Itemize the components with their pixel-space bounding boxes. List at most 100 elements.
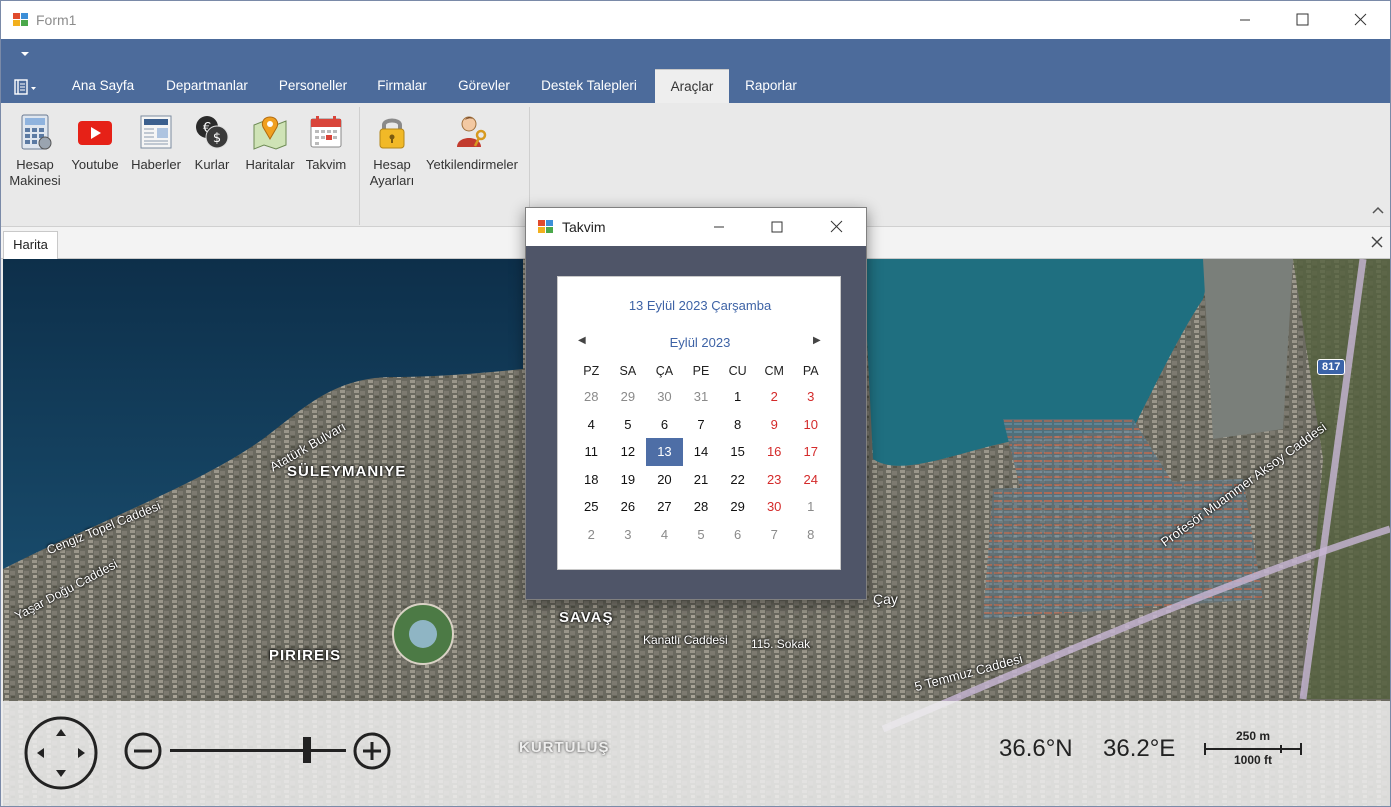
zoom-slider-track[interactable] [170, 749, 346, 752]
calendar-day-cell[interactable]: 22 [719, 466, 756, 494]
calendar-day-cell[interactable]: 12 [610, 438, 647, 466]
tab-raporlar[interactable]: Raporlar [735, 69, 807, 103]
calendar-day-cell[interactable]: 16 [756, 438, 793, 466]
takvim-label: Takvim [305, 157, 347, 172]
calendar-day-cell[interactable]: 3 [792, 383, 829, 411]
calendar-day-cell[interactable]: 4 [646, 521, 683, 549]
calendar-day-cell[interactable]: 30 [756, 493, 793, 521]
youtube-button[interactable]: Youtube [67, 103, 123, 173]
minimize-button[interactable] [1216, 1, 1274, 39]
calendar-day-cell[interactable]: 6 [646, 411, 683, 439]
calendar-day-cell[interactable]: 20 [646, 466, 683, 494]
calendar-day-cell[interactable]: 9 [756, 411, 793, 439]
month-title[interactable]: Eylül 2023 [558, 335, 842, 350]
calendar-day-cell[interactable]: 19 [610, 466, 647, 494]
calendar-day-cell[interactable]: 31 [683, 383, 720, 411]
calendar-day-cell[interactable]: 6 [719, 521, 756, 549]
zoom-slider-thumb[interactable] [303, 737, 312, 763]
zoom-in-icon[interactable] [352, 731, 392, 771]
collapse-ribbon-icon[interactable] [1372, 205, 1384, 215]
calendar-day-cell[interactable]: 25 [573, 493, 610, 521]
ribbon-tab-bar: Ana Sayfa Departmanlar Personeller Firmalar… [1, 69, 1390, 103]
calendar-day-cell[interactable]: 7 [756, 521, 793, 549]
quick-access-dropdown-icon[interactable] [21, 52, 29, 56]
takvim-button[interactable]: Takvim [303, 103, 349, 173]
calendar-day-cell[interactable]: 23 [756, 466, 793, 494]
calendar-day-cell[interactable]: 2 [756, 383, 793, 411]
calendar-icon [310, 116, 342, 148]
dialog-close-button[interactable] [807, 208, 865, 246]
calendar-day-cell[interactable]: 27 [646, 493, 683, 521]
calendar-day-cell[interactable]: 17 [792, 438, 829, 466]
haberler-button[interactable]: Haberler [127, 103, 185, 173]
yetkilendirmeler-button[interactable]: Yetkilendirmeler [423, 103, 521, 173]
calendar-day-cell[interactable]: 30 [646, 383, 683, 411]
main-window: Form1 Ana Sayfa Departmanlar Personeller Fi… [0, 0, 1391, 807]
haritalar-button[interactable]: Haritalar [241, 103, 299, 173]
today-link[interactable]: 13 Eylül 2023 Çarşamba [558, 298, 842, 313]
calendar-day-cell[interactable]: 13 [646, 438, 683, 466]
calendar-day-cell[interactable]: 29 [719, 493, 756, 521]
close-button[interactable] [1331, 1, 1389, 39]
calendar-day-cell[interactable]: 26 [610, 493, 647, 521]
weekday-label: CU [728, 364, 747, 378]
calendar-day-cell[interactable]: 18 [573, 466, 610, 494]
tab-destek-talepleri[interactable]: Destek Talepleri [529, 69, 649, 103]
kurlar-button[interactable]: € $ Kurlar [189, 103, 235, 173]
next-month-icon[interactable]: ▶ [813, 335, 821, 346]
dialog-minimize-button[interactable] [690, 208, 748, 246]
hesap-ayarlari-button[interactable]: Hesap Ayarları [365, 103, 419, 189]
pan-right-icon[interactable] [78, 748, 85, 758]
tab-firmalar[interactable]: Firmalar [367, 69, 437, 103]
tab-departmanlar[interactable]: Departmanlar [155, 69, 259, 103]
pan-up-icon[interactable] [56, 729, 66, 736]
calendar-day-cell[interactable]: 11 [573, 438, 610, 466]
calendar-day-cell[interactable]: 10 [792, 411, 829, 439]
calendar-day-cell[interactable]: 8 [792, 521, 829, 549]
tab-görevler[interactable]: Görevler [447, 69, 521, 103]
window-title: Form1 [36, 12, 77, 28]
calendar-week-row: 11 12 13 14 15 16 17 [573, 438, 829, 466]
pan-down-icon[interactable] [56, 770, 66, 777]
calendar-day-cell[interactable]: 14 [683, 438, 720, 466]
pan-control[interactable] [23, 715, 99, 791]
title-bar: Form1 [1, 1, 1390, 39]
calendar-day-cell[interactable]: 29 [610, 383, 647, 411]
calendar-day-cell[interactable]: 21 [683, 466, 720, 494]
calendar-day-cell[interactable]: 24 [792, 466, 829, 494]
tab-araçlar[interactable]: Araçlar [655, 69, 729, 103]
tab-personeller[interactable]: Personeller [267, 69, 359, 103]
calendar-day-cell[interactable]: 4 [573, 411, 610, 439]
weekday-header: PZ SA ÇA PE CU CM PA [573, 359, 829, 383]
calendar-day-cell[interactable]: 3 [610, 521, 647, 549]
close-tab-icon[interactable] [1371, 236, 1383, 248]
month-calendar[interactable]: 13 Eylül 2023 Çarşamba ◀ Eylül 2023 ▶ PZ… [557, 276, 841, 570]
currency-icon: € $ [196, 116, 229, 149]
calendar-day-cell[interactable]: 1 [792, 493, 829, 521]
map-pin-icon [253, 116, 287, 150]
tab-ana-sayfa[interactable]: Ana Sayfa [57, 69, 149, 103]
calendar-week-row: 28 29 30 31 1 2 3 [573, 383, 829, 411]
maximize-button[interactable] [1273, 1, 1331, 39]
calendar-day-cell[interactable]: 7 [683, 411, 720, 439]
tab-harita[interactable]: Harita [3, 231, 58, 259]
calendar-day-cell[interactable]: 5 [610, 411, 647, 439]
scale-imperial-label: 1000 ft [1233, 753, 1273, 767]
weekday-label: PA [802, 364, 819, 378]
calendar-day-cell[interactable]: 5 [683, 521, 720, 549]
calendar-day-cell[interactable]: 15 [719, 438, 756, 466]
takvim-dialog: Takvim 13 Eylül 2023 Çarşamba ◀ Eylül 20… [525, 207, 867, 600]
application-menu-icon[interactable] [13, 79, 37, 95]
weekday-label: SA [619, 364, 637, 378]
haritalar-label: Haritalar [245, 157, 295, 172]
calendar-day-cell[interactable]: 28 [683, 493, 720, 521]
dialog-app-icon [538, 220, 553, 233]
dialog-maximize-button[interactable] [748, 208, 806, 246]
calendar-day-cell[interactable]: 2 [573, 521, 610, 549]
hesap-makinesi-button[interactable]: Hesap Makinesi [7, 103, 63, 189]
pan-left-icon[interactable] [37, 748, 44, 758]
calendar-day-cell[interactable]: 28 [573, 383, 610, 411]
zoom-out-icon[interactable] [123, 731, 163, 771]
calendar-day-cell[interactable]: 1 [719, 383, 756, 411]
calendar-day-cell[interactable]: 8 [719, 411, 756, 439]
